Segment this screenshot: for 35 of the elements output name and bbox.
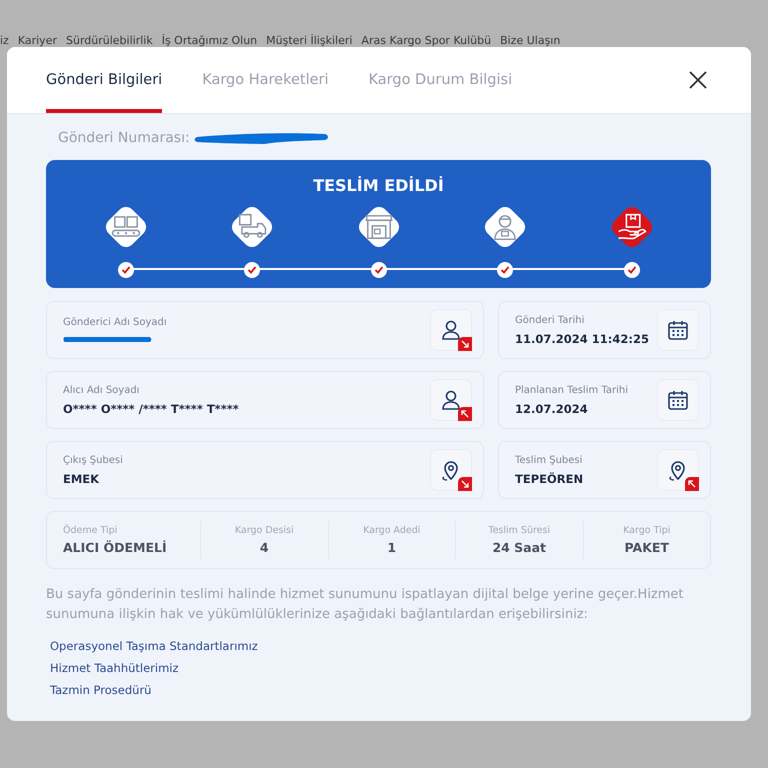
summary-value: 1	[387, 540, 396, 555]
summary-label: Kargo Adedi	[363, 525, 420, 536]
location-icon	[657, 449, 699, 491]
summary-value: PAKET	[624, 540, 669, 555]
policy-link[interactable]: Operasyonel Taşıma Standartlarımız	[50, 639, 258, 653]
summary-value: ALICI ÖDEMELİ	[63, 540, 167, 555]
close-button[interactable]	[687, 69, 709, 91]
field-value: TEPEÖREN	[515, 472, 584, 486]
field-label: Gönderi Tarihi	[515, 314, 586, 326]
tab[interactable]: Gönderi Bilgileri	[46, 47, 162, 113]
person-icon	[430, 379, 472, 421]
summary-label: Ödeme Tipi	[63, 525, 118, 536]
field-label: Planlanan Teslim Tarihi	[515, 384, 629, 396]
field-value: O**** O**** /**** T**** T****	[63, 402, 240, 416]
field-label: Gönderici Adı Soyadı	[63, 316, 168, 328]
summary-value: 24 Saat	[492, 540, 546, 555]
field-value: 12.07.2024	[515, 402, 589, 416]
location-icon	[430, 449, 472, 491]
summary-label: Teslim Süresi	[488, 525, 550, 536]
calendar-icon	[657, 309, 699, 351]
field-value: EMEK	[63, 472, 100, 486]
summary-label: Kargo Desisi	[234, 525, 294, 536]
field-value: 11.07.2024 11:42:25	[515, 332, 650, 346]
person-icon	[430, 309, 472, 351]
status-title: TESLİM EDİLDİ	[313, 176, 444, 195]
summary-label: Kargo Tipi	[623, 525, 670, 536]
calendar-icon	[657, 379, 699, 421]
shipment-number-label: Gönderi Numarası:	[58, 130, 190, 146]
field-label: Teslim Şubesi	[515, 454, 584, 466]
field-label: Çıkış Şubesi	[63, 454, 124, 466]
notice-text: Bu sayfa gönderinin teslimi halinde hizmet sunumunu ispatlayan dijital belge yerine geçer.Hizmet sunumuna ilişkin hak ve yükümlülüklerinize aşağıdaki bağlantılardan erişebilirsiniz:	[46, 586, 685, 624]
summary-value: 4	[260, 540, 269, 555]
policy-link[interactable]: Tazmin Prosedürü	[50, 683, 152, 697]
field-label: Alıcı Adı Soyadı	[63, 384, 140, 396]
policy-link[interactable]: Hizmet Taahhütlerimiz	[50, 661, 179, 675]
